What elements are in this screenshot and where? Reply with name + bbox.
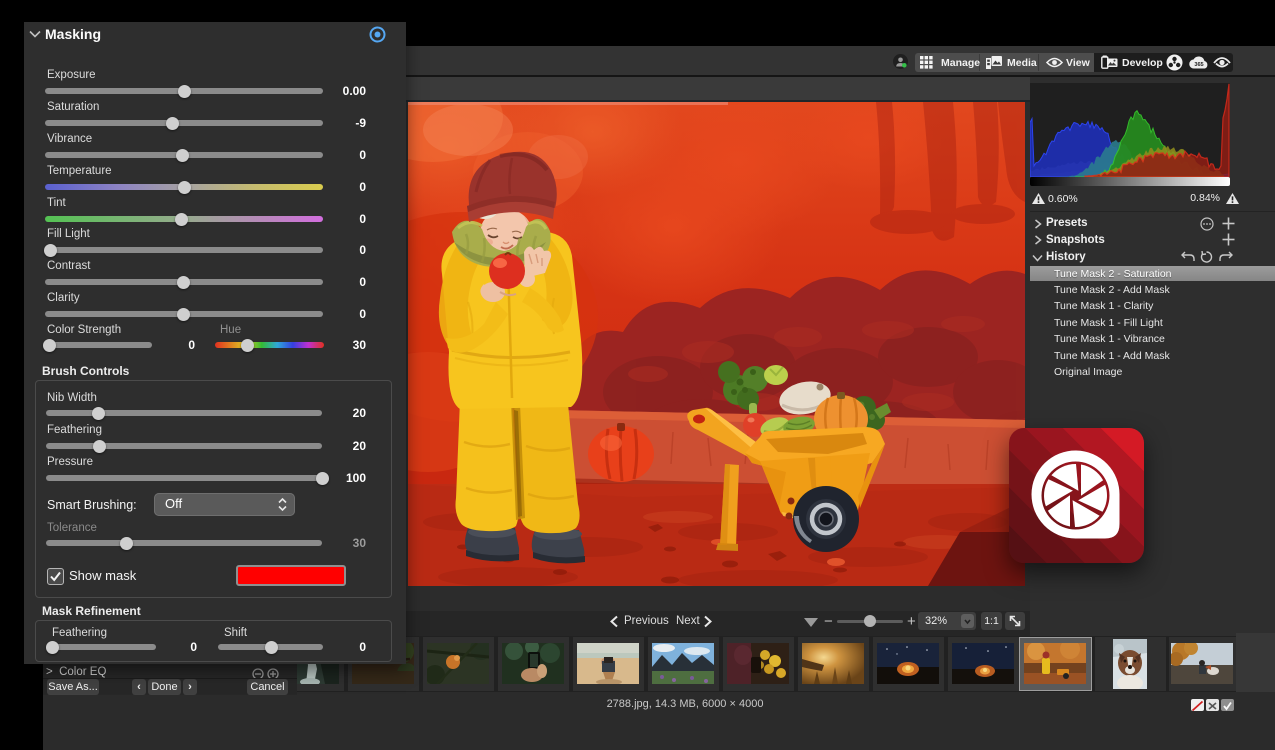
- svg-text:365: 365: [1194, 62, 1203, 68]
